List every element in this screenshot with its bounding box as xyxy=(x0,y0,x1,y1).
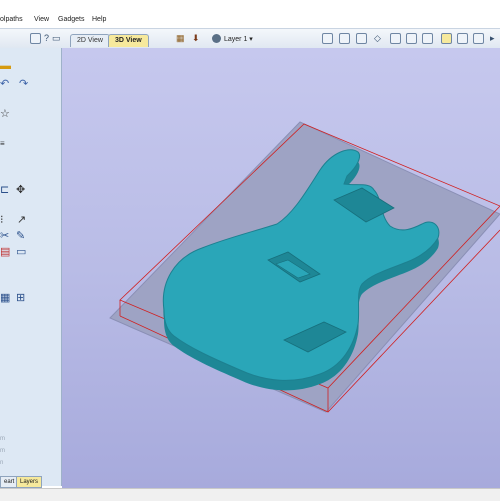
nest-icon[interactable]: ⊞ xyxy=(16,292,25,304)
menu-view[interactable]: View xyxy=(34,16,49,23)
redo-icon[interactable]: ↷ xyxy=(19,78,28,90)
faded-label: m xyxy=(0,448,5,454)
dimension-icon[interactable]: ▭ xyxy=(16,246,26,258)
measure-icon[interactable]: ▤ xyxy=(0,246,10,258)
folder-icon[interactable]: ▬ xyxy=(0,60,11,72)
trim-icon[interactable]: ✎ xyxy=(16,230,25,242)
shade-icon[interactable] xyxy=(441,33,452,44)
tab-layers[interactable]: Layers xyxy=(16,476,43,488)
faded-label: n xyxy=(0,460,4,466)
3d-scene xyxy=(109,121,500,413)
zoom-icon[interactable] xyxy=(390,33,401,44)
undo-icon[interactable]: ↶ xyxy=(0,78,9,90)
layer-selector[interactable]: Layer 1 ▾ xyxy=(224,35,253,43)
menu-bar: olpaths View Gadgets Help xyxy=(0,14,500,28)
align-icon[interactable]: ⁝ xyxy=(0,214,4,226)
vector-icon[interactable]: ⊏ xyxy=(0,184,9,196)
panel-tabs: eart Layers xyxy=(0,476,61,488)
3d-viewport[interactable] xyxy=(62,48,500,488)
layer-icon xyxy=(212,34,221,43)
node-edit-icon[interactable]: ≡ xyxy=(0,138,5,150)
curve-icon[interactable]: ↗ xyxy=(17,214,26,226)
menu-help[interactable]: Help xyxy=(92,16,106,23)
overflow-icon[interactable]: ▸ xyxy=(490,32,495,44)
help-icon[interactable]: ? xyxy=(44,32,49,44)
view-fit-icon[interactable] xyxy=(322,33,333,44)
render-icon[interactable] xyxy=(473,33,484,44)
pin-icon[interactable]: ▭ xyxy=(52,32,61,44)
panel-toggle-icon[interactable] xyxy=(30,33,41,44)
grid-icon[interactable] xyxy=(356,33,367,44)
star-icon[interactable]: ☆ xyxy=(0,108,10,120)
view-top-icon[interactable] xyxy=(339,33,350,44)
view-iso-icon[interactable]: ◇ xyxy=(374,32,381,44)
menu-toolpaths[interactable]: olpaths xyxy=(0,16,23,23)
toolpath-icon[interactable]: ▦ xyxy=(176,32,185,44)
view-toolbar: ? ▭ 2D View 3D View ▦ ⬇ Layer 1 ▾ ◇ ▸ xyxy=(0,28,500,50)
move-icon[interactable]: ✥ xyxy=(16,184,25,196)
tab-3d-view[interactable]: 3D View xyxy=(108,34,149,47)
tab-2d-view[interactable]: 2D View xyxy=(70,34,110,47)
import-icon[interactable]: ⬇ xyxy=(192,32,200,44)
zoom-box-icon[interactable] xyxy=(406,33,417,44)
faded-label: m xyxy=(0,436,5,442)
menu-gadgets[interactable]: Gadgets xyxy=(58,16,84,23)
zoom-extents-icon[interactable] xyxy=(422,33,433,44)
array-icon[interactable]: ▦ xyxy=(0,292,10,304)
status-bar xyxy=(0,488,500,501)
material-icon[interactable] xyxy=(457,33,468,44)
tool-panel: ▬ ↶ ↷ ☆ ≡ ⊏ ✥ ⁝ ↗ ✂ ✎ ▤ ▭ ▦ ⊞ m m n xyxy=(0,48,62,486)
scissors-icon[interactable]: ✂ xyxy=(0,230,9,242)
